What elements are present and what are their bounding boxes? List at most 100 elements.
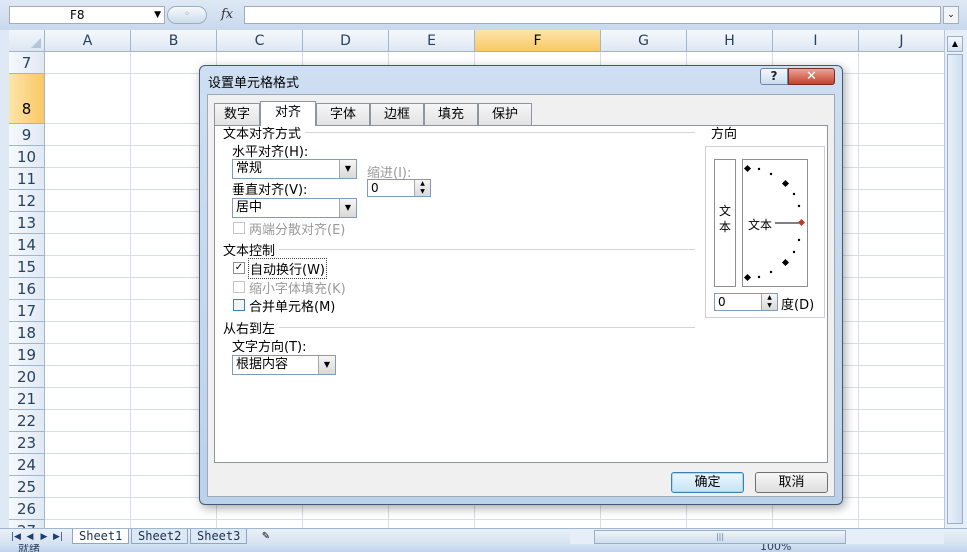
sheet-tab-2[interactable]: Sheet2 <box>131 529 189 544</box>
format-cells-dialog: 设置单元格格式 ? ✕ 数字 对齐 字体 边框 填充 保护 文本对齐方式 水平对… <box>199 65 843 505</box>
text-direction-value: 根据内容 <box>236 357 289 372</box>
sheet-tab-3[interactable]: Sheet3 <box>190 529 248 544</box>
merge-cells-checkbox[interactable] <box>233 299 245 311</box>
indent-spinner[interactable]: 0 ▲ ▼ <box>367 179 431 197</box>
vertical-align-select[interactable]: 居中 ▼ <box>232 198 357 218</box>
horizontal-align-value: 常规 <box>236 161 263 176</box>
horizontal-align-select[interactable]: 常规 ▼ <box>232 159 357 179</box>
column-header-e[interactable]: E <box>389 30 475 52</box>
row-header-22[interactable]: 22 <box>9 410 45 432</box>
insert-sheet-icon[interactable]: ✎ <box>254 529 278 544</box>
row-header-18[interactable]: 18 <box>9 322 45 344</box>
horizontal-scrollbar[interactable]: ||| <box>570 530 944 544</box>
last-sheet-icon[interactable]: ▶| <box>52 530 64 544</box>
spinner-arrows-icon[interactable]: ▲ ▼ <box>414 180 430 196</box>
row-header-16[interactable]: 16 <box>9 278 45 300</box>
degrees-value: 0 <box>718 295 726 309</box>
expand-formula-bar-button[interactable]: ⌄ <box>943 6 959 24</box>
row-header-8[interactable]: 8 <box>9 74 45 124</box>
tab-border[interactable]: 边框 <box>370 103 424 125</box>
tab-fill[interactable]: 填充 <box>424 103 478 125</box>
row-header-14[interactable]: 14 <box>9 234 45 256</box>
close-button[interactable]: ✕ <box>788 68 835 85</box>
column-header-g[interactable]: G <box>601 30 687 52</box>
name-box[interactable]: F8 ▼ <box>9 6 165 24</box>
row-header-7[interactable]: 7 <box>9 52 45 74</box>
row-header-10[interactable]: 10 <box>9 146 45 168</box>
degrees-label: 度(D) <box>781 298 815 313</box>
alignment-panel: 文本对齐方式 水平对齐(H): 常规 ▼ 缩进(I): 0 ▲ ▼ 垂直对齐(V)… <box>214 125 828 463</box>
tab-font[interactable]: 字体 <box>316 103 370 125</box>
column-header-a[interactable]: A <box>45 30 131 52</box>
section-orientation: 方向 <box>711 127 738 142</box>
tab-alignment[interactable]: 对齐 <box>260 101 316 126</box>
row-header-17[interactable]: 17 <box>9 300 45 322</box>
merge-cells-label: 合并单元格(M) <box>249 300 336 315</box>
vertical-scrollbar[interactable]: ▲ <box>944 30 967 528</box>
formula-input[interactable] <box>244 6 941 24</box>
row-header-9[interactable]: 9 <box>9 124 45 146</box>
vertical-text-button[interactable]: 文 本 <box>714 159 736 287</box>
chevron-down-icon[interactable]: ▼ <box>318 356 335 374</box>
first-sheet-icon[interactable]: |◀ <box>10 530 22 544</box>
section-text-control: 文本控制 <box>223 244 276 259</box>
row-header-25[interactable]: 25 <box>9 476 45 498</box>
row-header-26[interactable]: 26 <box>9 498 45 520</box>
chevron-down-icon[interactable]: ▼ <box>154 7 161 23</box>
cancel-enter-knob[interactable]: ◦ <box>167 6 207 24</box>
text-direction-select[interactable]: 根据内容 ▼ <box>232 355 336 375</box>
divider <box>305 132 695 133</box>
tab-number[interactable]: 数字 <box>214 103 260 125</box>
ok-button[interactable]: 确定 <box>671 472 744 493</box>
column-header-i[interactable]: I <box>773 30 859 52</box>
orientation-box: 文 本 文本 0 ▲ ▼ 度(D) <box>705 146 825 318</box>
shrink-to-fit-label: 缩小字体填充(K) <box>249 282 346 297</box>
tab-protection[interactable]: 保护 <box>478 103 532 125</box>
cancel-button[interactable]: 取消 <box>755 472 828 493</box>
column-header-b[interactable]: B <box>131 30 217 52</box>
row-header-20[interactable]: 20 <box>9 366 45 388</box>
vertical-align-label: 垂直对齐(V): <box>232 183 308 198</box>
row-header-11[interactable]: 11 <box>9 168 45 190</box>
scroll-up-icon[interactable]: ▲ <box>947 36 963 52</box>
help-button[interactable]: ? <box>760 68 788 85</box>
next-sheet-icon[interactable]: ▶ <box>38 530 50 544</box>
horizontal-scroll-thumb[interactable]: ||| <box>594 530 846 544</box>
text-direction-label: 文字方向(T): <box>232 340 307 355</box>
prev-sheet-icon[interactable]: ◀ <box>24 530 36 544</box>
sheet-tab-1[interactable]: Sheet1 <box>72 529 130 544</box>
vertical-text-char-1: 文 <box>718 204 731 218</box>
column-header-d[interactable]: D <box>303 30 389 52</box>
sheet-tabs-bar: |◀ ◀ ▶ ▶| Sheet1 Sheet2 Sheet3 ✎ ||| <box>0 528 967 545</box>
vertical-scroll-thumb[interactable] <box>947 54 963 524</box>
zoom-level[interactable]: 100% <box>760 544 791 552</box>
fx-icon[interactable]: fx <box>221 6 233 24</box>
justify-distributed-checkbox[interactable] <box>233 222 245 234</box>
chevron-down-icon[interactable]: ▼ <box>339 160 356 178</box>
column-header-c[interactable]: C <box>217 30 303 52</box>
row-header-24[interactable]: 24 <box>9 454 45 476</box>
column-header-f[interactable]: F <box>475 30 601 52</box>
wrap-text-label: 自动换行(W) <box>248 258 327 279</box>
select-all-corner[interactable] <box>9 30 45 52</box>
shrink-to-fit-checkbox[interactable] <box>233 281 245 293</box>
status-bar: 就绪 100% <box>0 544 967 552</box>
chevron-down-icon[interactable]: ▼ <box>339 199 356 217</box>
column-header-h[interactable]: H <box>687 30 773 52</box>
row-header-27[interactable]: 27 <box>9 520 45 528</box>
section-rtl: 从右到左 <box>223 322 276 337</box>
orientation-dial[interactable]: 文本 <box>742 159 808 287</box>
row-header-15[interactable]: 15 <box>9 256 45 278</box>
dialog-title: 设置单元格格式 <box>208 76 300 91</box>
spinner-arrows-icon[interactable]: ▲ ▼ <box>761 294 777 310</box>
row-header-13[interactable]: 13 <box>9 212 45 234</box>
row-header-23[interactable]: 23 <box>9 432 45 454</box>
row-header-19[interactable]: 19 <box>9 344 45 366</box>
column-header-j[interactable]: J <box>859 30 944 52</box>
status-mode: 就绪 <box>18 544 40 552</box>
row-header-12[interactable]: 12 <box>9 190 45 212</box>
vertical-align-value: 居中 <box>236 200 263 215</box>
degrees-spinner[interactable]: 0 ▲ ▼ <box>714 293 778 311</box>
wrap-text-checkbox[interactable]: ✓ <box>233 262 245 274</box>
row-header-21[interactable]: 21 <box>9 388 45 410</box>
